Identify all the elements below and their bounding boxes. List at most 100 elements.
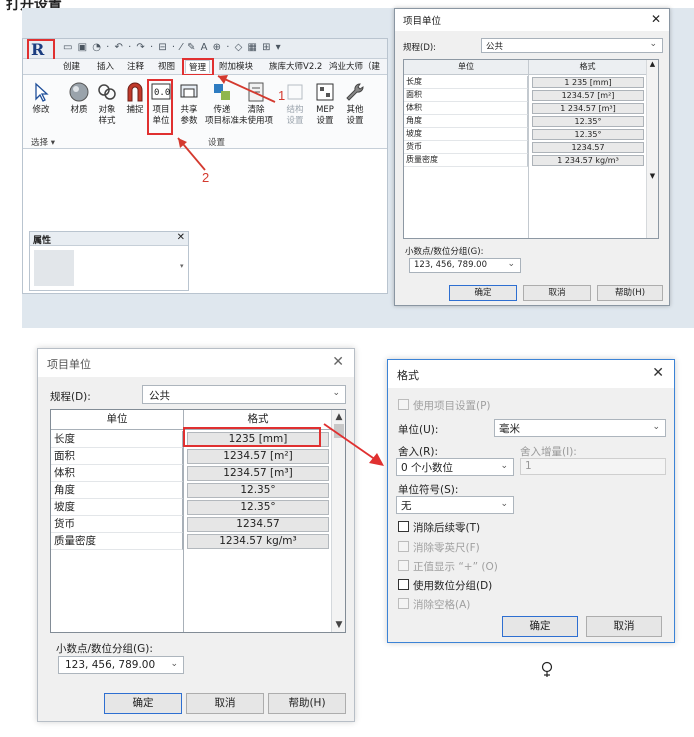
format-button[interactable]: 1 234.57 [m³] <box>532 103 644 114</box>
checkbox-box <box>398 579 409 590</box>
object-styles-icon <box>98 84 116 100</box>
help-button[interactable]: 帮助(H) <box>268 693 346 714</box>
table-row[interactable]: 坡度 12.35° <box>404 128 648 141</box>
format-button[interactable]: 1234.57 kg/m³ <box>187 534 329 549</box>
unit-cell: 长度 <box>404 76 528 89</box>
unit-label: 单位(U): <box>398 424 439 436</box>
checkbox-label: 消除零英尺(F) <box>413 542 480 554</box>
chevron-down-icon[interactable]: ▾ <box>180 262 184 270</box>
table-row[interactable]: 体积 1 234.57 [m³] <box>404 102 648 115</box>
unit-select[interactable]: 毫米 ⌄ <box>494 419 666 437</box>
format-button[interactable]: 1234.57 [m²] <box>187 449 329 464</box>
chevron-down-icon: ⌄ <box>507 259 515 269</box>
checkbox-label: 消除后续零(T) <box>413 522 481 534</box>
quick-access-icons[interactable]: ▭ ▣ ◔ · ↶ · ↷ · ⊟ · ⁄ ✎ A ⊕ · ◇ ▦ ⊞ ▾ <box>63 42 282 53</box>
suppress-trailing-zeros-checkbox[interactable]: 消除后续零(T) <box>398 520 480 535</box>
callout-one-label: 1 <box>278 88 286 103</box>
scroll-down-icon[interactable]: ▼ <box>332 620 345 630</box>
grouping-select[interactable]: 123, 456, 789.00 ⌄ <box>58 656 184 674</box>
grouping-value: 123, 456, 789.00 <box>65 659 156 671</box>
table-row[interactable]: 质量密度 1 234.57 kg/m³ <box>404 154 648 167</box>
ok-button[interactable]: 确定 <box>502 616 578 637</box>
unit-cell: 面积 <box>404 89 528 102</box>
materials-label: 材质 <box>70 105 88 115</box>
format-button[interactable]: 1234.57 [m²] <box>532 90 644 101</box>
type-thumbnail <box>34 250 74 286</box>
object-styles-button[interactable]: 对象 样式 <box>93 81 121 127</box>
table-row[interactable]: 面积 1234.57 [m²] <box>51 448 333 465</box>
unit-cell: 角度 <box>404 115 528 128</box>
properties-title: 属性 <box>30 232 188 246</box>
format-button[interactable]: 1 234.57 kg/m³ <box>532 155 644 166</box>
table-row[interactable]: 货币 1234.57 <box>51 516 333 533</box>
additional-settings-button[interactable]: 其他 设置 <box>341 81 369 127</box>
discipline-select[interactable]: 公共 ⌄ <box>142 385 346 404</box>
chevron-down-icon: ⌄ <box>170 659 178 669</box>
close-icon[interactable]: ✕ <box>332 354 344 370</box>
cancel-button[interactable]: 取消 <box>523 285 591 301</box>
column-header-format: 格式 <box>529 60 647 75</box>
format-button[interactable]: 12.35° <box>532 129 644 140</box>
close-icon[interactable]: ✕ <box>177 232 185 243</box>
dialog-title: 项目单位 <box>395 9 669 31</box>
format-button[interactable]: 1234.57 [m³] <box>187 466 329 481</box>
tab-create[interactable]: 创建 <box>63 60 80 72</box>
mep-settings-label: MEP 设置 <box>316 105 334 126</box>
cancel-button[interactable]: 取消 <box>186 693 264 714</box>
tab-annotate[interactable]: 注释 <box>127 60 144 72</box>
table-row[interactable]: 角度 12.35° <box>404 115 648 128</box>
format-button[interactable]: 12.35° <box>187 500 329 515</box>
ok-button[interactable]: 确定 <box>104 693 182 714</box>
table-row[interactable]: 坡度 12.35° <box>51 499 333 516</box>
discipline-value: 公共 <box>149 390 170 402</box>
cursor-pointer-icon <box>541 661 553 677</box>
length-format-highlight-box <box>183 427 321 447</box>
materials-button[interactable]: 材质 <box>65 81 93 116</box>
help-button[interactable]: 帮助(H) <box>597 285 663 301</box>
group-select-dropdown[interactable]: 选择 ▾ <box>31 136 55 148</box>
rounding-increment-input[interactable]: 1 <box>520 458 666 475</box>
close-icon[interactable]: ✕ <box>652 365 664 381</box>
table-row[interactable]: 长度 1 235 [mm] <box>404 76 648 89</box>
use-digit-grouping-checkbox[interactable]: 使用数位分组(D) <box>398 578 492 593</box>
unit-cell: 质量密度 <box>51 533 183 550</box>
cursor-arrow-icon <box>35 82 49 102</box>
ok-button[interactable]: 确定 <box>449 285 517 301</box>
unit-symbol-value: 无 <box>401 500 412 512</box>
close-icon[interactable]: ✕ <box>651 12 661 26</box>
show-plus-sign-checkbox[interactable]: 正值显示 “+” (O) <box>398 559 498 574</box>
tab-hongye-master[interactable]: 鸿业大师（建 <box>329 60 380 72</box>
mep-settings-button[interactable]: MEP 设置 <box>311 81 339 127</box>
format-button[interactable]: 1234.57 <box>187 517 329 532</box>
connector-arrow-icon <box>323 423 384 466</box>
format-dialog: 格式 ✕ 使用项目设置(P) 单位(U): 毫米 ⌄ 舍入(R): 舍入增量(I… <box>387 359 675 643</box>
format-button[interactable]: 1234.57 <box>532 142 644 153</box>
suppress-spaces-checkbox[interactable]: 消除空格(A) <box>398 597 470 612</box>
table-row[interactable]: 面积 1234.57 [m²] <box>404 89 648 102</box>
tab-insert[interactable]: 插入 <box>97 60 114 72</box>
table-scrollbar[interactable]: ▲ ▼ <box>646 60 658 238</box>
modify-button[interactable]: 修改 <box>27 81 55 116</box>
table-row[interactable]: 体积 1234.57 [m³] <box>51 465 333 482</box>
unit-symbol-label: 单位符号(S): <box>398 484 459 496</box>
cancel-button[interactable]: 取消 <box>586 616 662 637</box>
discipline-label: 规程(D): <box>50 391 91 403</box>
rounding-select[interactable]: 0 个小数位 ⌄ <box>396 458 514 476</box>
object-styles-label: 对象 样式 <box>98 105 116 126</box>
unit-symbol-select[interactable]: 无 ⌄ <box>396 496 514 514</box>
chevron-down-icon: ⌄ <box>652 422 660 432</box>
table-row[interactable]: 货币 1234.57 <box>404 141 648 154</box>
snaps-button[interactable]: 捕捉 <box>121 81 149 116</box>
use-project-settings-checkbox[interactable]: 使用项目设置(P) <box>398 398 491 413</box>
suppress-zero-feet-checkbox[interactable]: 消除零英尺(F) <box>398 540 480 555</box>
unit-cell: 货币 <box>404 141 528 154</box>
checkbox-box <box>398 541 409 552</box>
format-button[interactable]: 1 235 [mm] <box>532 77 644 88</box>
format-button[interactable]: 12.35° <box>187 483 329 498</box>
table-row[interactable]: 质量密度 1234.57 kg/m³ <box>51 533 333 550</box>
table-row[interactable]: 角度 12.35° <box>51 482 333 499</box>
grouping-select[interactable]: 123, 456, 789.00 ⌄ <box>409 258 521 273</box>
discipline-select[interactable]: 公共 ⌄ <box>481 38 663 53</box>
project-units-dialog: 项目单位 ✕ 规程(D): 公共 ⌄ 单位 格式 长度 1235 [mm] 面积 1… <box>37 348 355 722</box>
format-button[interactable]: 12.35° <box>532 116 644 127</box>
